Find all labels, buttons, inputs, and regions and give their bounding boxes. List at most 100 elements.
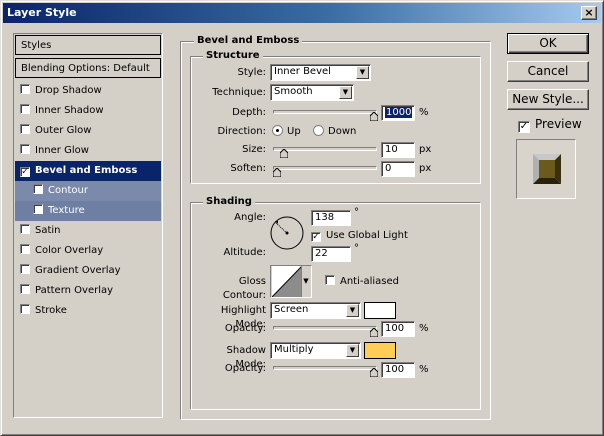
direction-up-label: Up: [287, 126, 301, 137]
style-item-inner-glow-label: Inner Glow: [35, 145, 89, 156]
checkbox-empty-icon[interactable]: [33, 184, 43, 194]
close-button[interactable]: ×: [581, 6, 597, 20]
size-input[interactable]: 10: [381, 142, 415, 158]
style-item-gradient-overlay-label: Gradient Overlay: [35, 265, 121, 276]
checkbox-empty-icon[interactable]: [20, 224, 30, 234]
style-item-texture[interactable]: Texture: [15, 201, 161, 221]
angle-degree: °: [354, 207, 359, 218]
contour-preview-icon: [272, 266, 302, 297]
global-light-checkbox[interactable]: ✓ Use Global Light: [311, 229, 408, 243]
style-item-contour[interactable]: Contour: [15, 181, 161, 201]
global-light-label: Use Global Light: [326, 230, 408, 241]
style-select-value: Inner Bevel: [274, 66, 331, 77]
style-item-stroke-label: Stroke: [35, 305, 67, 316]
depth-input[interactable]: 1000: [381, 105, 415, 121]
highlight-mode-select[interactable]: Screen ▼: [270, 302, 361, 319]
highlight-opacity-thumb[interactable]: [369, 327, 379, 338]
blending-options-item[interactable]: Blending Options: Default: [15, 58, 161, 78]
style-item-inner-glow[interactable]: Inner Glow: [15, 141, 161, 161]
angle-input[interactable]: 138: [311, 210, 351, 226]
highlight-opacity-value: 100: [385, 323, 405, 334]
technique-select-value: Smooth: [274, 86, 313, 97]
style-item-drop-shadow-label: Drop Shadow: [35, 85, 102, 96]
technique-select[interactable]: Smooth ▼: [270, 84, 354, 101]
style-item-bevel-and-emboss-label: Bevel and Emboss: [35, 165, 138, 176]
style-item-contour-label: Contour: [48, 185, 88, 196]
radio-selected-icon: [272, 125, 283, 136]
style-preview: [516, 139, 576, 199]
shadow-opacity-value: 100: [385, 364, 405, 375]
size-slider[interactable]: [273, 147, 377, 151]
style-item-bevel-and-emboss[interactable]: ✓ Bevel and Emboss: [15, 161, 161, 181]
checkbox-checked-icon: ✓: [518, 121, 530, 133]
cancel-button[interactable]: Cancel: [507, 61, 589, 82]
style-item-outer-glow[interactable]: Outer Glow: [15, 121, 161, 141]
highlight-mode-value: Screen: [274, 304, 309, 315]
checkbox-empty-icon[interactable]: [33, 204, 43, 214]
checkbox-empty-icon[interactable]: [20, 264, 30, 274]
style-item-pattern-overlay-label: Pattern Overlay: [35, 285, 114, 296]
gloss-contour-picker[interactable]: ▼: [270, 265, 312, 298]
style-item-satin[interactable]: Satin: [15, 221, 161, 241]
gloss-contour-label: Gloss Contour:: [222, 276, 266, 301]
depth-slider-thumb[interactable]: [369, 111, 379, 122]
bevel-preview-icon: [517, 140, 575, 198]
shadow-mode-value: Multiply: [274, 344, 314, 355]
style-item-inner-shadow-label: Inner Shadow: [35, 105, 104, 116]
bevel-emboss-title: Bevel and Emboss: [194, 35, 303, 47]
shadow-opacity-thumb[interactable]: [369, 367, 379, 378]
depth-slider[interactable]: [273, 110, 377, 114]
shadow-opacity-input[interactable]: 100: [381, 362, 415, 378]
style-item-gradient-overlay[interactable]: Gradient Overlay: [15, 261, 161, 281]
checkbox-empty-icon[interactable]: [20, 244, 30, 254]
ok-button[interactable]: OK: [507, 33, 589, 54]
new-style-button[interactable]: New Style...: [507, 89, 589, 110]
highlight-opacity-slider[interactable]: [273, 326, 377, 330]
style-item-color-overlay[interactable]: Color Overlay: [15, 241, 161, 261]
depth-label: Depth:: [232, 107, 266, 118]
checkbox-empty-icon[interactable]: [20, 144, 30, 154]
size-label: Size:: [242, 144, 266, 155]
direction-up-radio[interactable]: Up: [272, 125, 301, 139]
style-item-inner-shadow[interactable]: Inner Shadow: [15, 101, 161, 121]
shadow-mode-select[interactable]: Multiply ▼: [270, 342, 361, 359]
checkbox-empty-icon[interactable]: [20, 84, 30, 94]
altitude-label: Altitude:: [223, 247, 266, 258]
radio-empty-icon: [313, 125, 324, 136]
antialiased-checkbox[interactable]: Anti-aliased: [325, 275, 399, 289]
depth-value: 1000: [385, 107, 413, 118]
shadow-color-swatch[interactable]: [364, 342, 396, 359]
style-item-stroke[interactable]: Stroke: [15, 301, 161, 321]
highlight-opacity-input[interactable]: 100: [381, 321, 415, 337]
shadow-opacity-slider[interactable]: [273, 366, 377, 370]
highlight-opacity-label: Opacity:: [224, 323, 266, 334]
style-item-drop-shadow[interactable]: Drop Shadow: [15, 81, 161, 101]
altitude-value: 22: [315, 248, 328, 259]
styles-header[interactable]: Styles: [15, 35, 161, 55]
direction-down-radio[interactable]: Down: [313, 125, 356, 139]
angle-value: 138: [315, 212, 335, 223]
altitude-degree: °: [354, 243, 359, 254]
style-select[interactable]: Inner Bevel ▼: [270, 64, 371, 81]
chevron-down-icon[interactable]: ▼: [301, 266, 310, 297]
checkbox-empty-icon: [325, 275, 335, 285]
chevron-down-icon: ▼: [346, 344, 359, 357]
angle-dial[interactable]: [269, 215, 305, 251]
checkbox-empty-icon[interactable]: [20, 284, 30, 294]
soften-slider-thumb[interactable]: [272, 167, 282, 178]
style-item-color-overlay-label: Color Overlay: [35, 245, 104, 256]
depth-unit: %: [419, 107, 429, 118]
direction-label: Direction:: [217, 126, 266, 137]
checkbox-empty-icon[interactable]: [20, 104, 30, 114]
soften-input[interactable]: 0: [381, 161, 415, 177]
highlight-color-swatch[interactable]: [364, 302, 396, 319]
size-slider-thumb[interactable]: [279, 148, 289, 159]
altitude-input[interactable]: 22: [311, 246, 351, 262]
style-item-pattern-overlay[interactable]: Pattern Overlay: [15, 281, 161, 301]
checkbox-empty-icon[interactable]: [20, 124, 30, 134]
soften-slider[interactable]: [273, 166, 377, 170]
checkbox-empty-icon[interactable]: [20, 304, 30, 314]
checkbox-checked-icon[interactable]: ✓: [20, 167, 30, 177]
preview-checkbox[interactable]: ✓ Preview: [518, 116, 582, 133]
style-item-outer-glow-label: Outer Glow: [35, 125, 92, 136]
